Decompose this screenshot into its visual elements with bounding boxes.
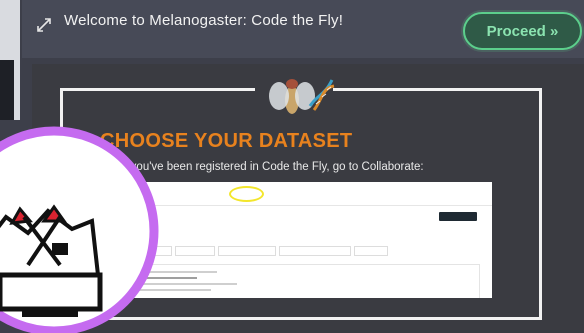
app-stage: Welcome to Melanogaster: Code the Fly! P… bbox=[0, 0, 584, 333]
fly-dna-icon bbox=[269, 79, 335, 114]
background-page-strip-dark bbox=[0, 60, 14, 120]
page-title: Welcome to Melanogaster: Code the Fly! bbox=[64, 12, 344, 29]
proceed-button[interactable]: Proceed » bbox=[463, 12, 582, 50]
screenshot-filters bbox=[120, 246, 400, 258]
screenshot-button bbox=[439, 212, 477, 221]
code-the-fly-logo bbox=[0, 126, 159, 333]
collaborate-highlight bbox=[229, 186, 264, 202]
header-bar: Welcome to Melanogaster: Code the Fly! P… bbox=[22, 0, 584, 58]
expand-icon[interactable] bbox=[34, 15, 54, 35]
screenshot-card bbox=[120, 264, 480, 298]
